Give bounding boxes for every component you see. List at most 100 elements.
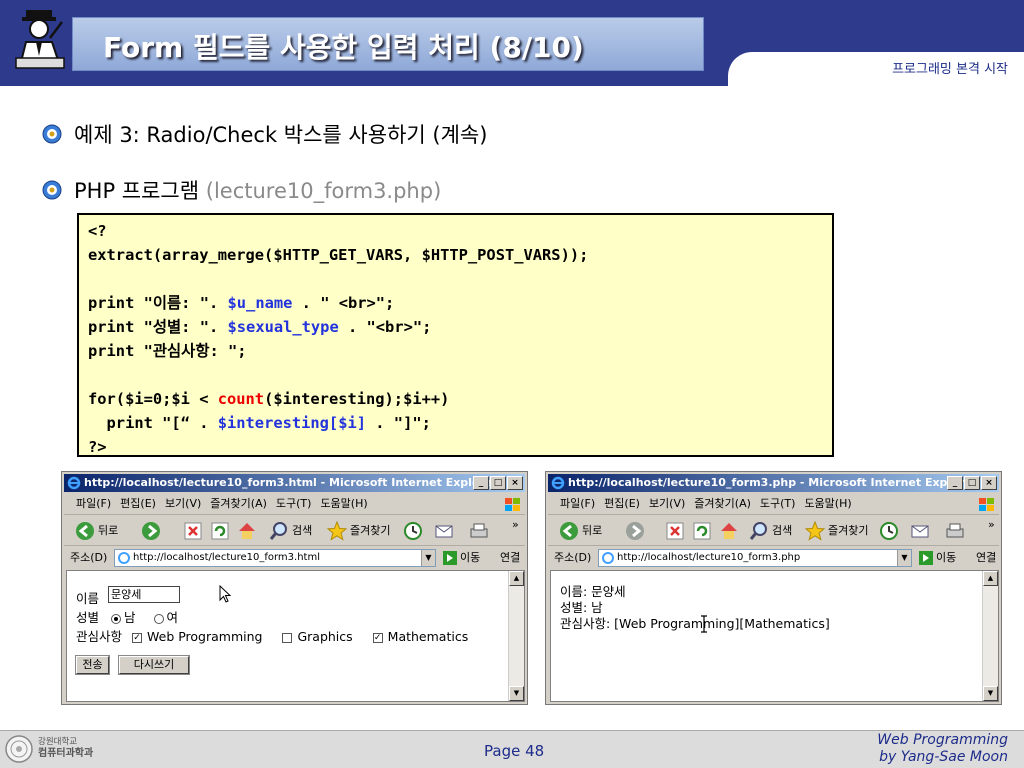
- code-line: ?>: [88, 438, 107, 456]
- browser-window-form: http://localhost/lecture10_form3.html - …: [61, 471, 528, 705]
- search-icon[interactable]: [268, 520, 290, 542]
- bullet-icon: [42, 180, 62, 200]
- address-url: http://localhost/lecture10_form3.php: [617, 552, 801, 563]
- scroll-down-icon[interactable]: ▼: [509, 686, 524, 701]
- scroll-up-icon[interactable]: ▲: [983, 571, 998, 586]
- menu-tools[interactable]: 도구(T): [276, 497, 312, 510]
- menu-favorites[interactable]: 즐겨찾기(A): [210, 497, 267, 510]
- maximize-button[interactable]: □: [490, 476, 506, 490]
- code-variable: $interesting[$i]: [217, 414, 366, 432]
- browser-window-result: http://localhost/lecture10_form3.php - M…: [545, 471, 1002, 705]
- checkbox-web-programming[interactable]: ✓: [132, 632, 142, 643]
- address-label: 주소(D): [554, 551, 592, 564]
- refresh-icon[interactable]: [209, 520, 231, 542]
- bullet-item-2-filename: (lecture10_form3.php): [205, 179, 442, 203]
- page-icon: [118, 552, 130, 564]
- forward-arrow-icon[interactable]: [140, 520, 162, 542]
- checkbox-graphics[interactable]: [282, 632, 293, 643]
- maximize-button[interactable]: □: [964, 476, 980, 490]
- university-seal-icon: [5, 735, 33, 763]
- go-arrow-icon: [443, 551, 457, 565]
- back-arrow-icon[interactable]: [558, 520, 580, 542]
- mouse-cursor-icon: [219, 585, 231, 603]
- checkbox-mathematics[interactable]: ✓: [372, 632, 383, 643]
- browser-title: http://localhost/lecture10_form3.html - …: [84, 476, 498, 489]
- code-text: print "[“ .: [88, 414, 218, 432]
- title-box: Form 필드를 사용한 입력 처리 (8/10): [72, 17, 704, 71]
- vertical-scrollbar[interactable]: ▲ ▼: [982, 571, 998, 701]
- home-icon[interactable]: [236, 520, 258, 542]
- stop-icon[interactable]: [182, 520, 204, 542]
- search-icon[interactable]: [748, 520, 770, 542]
- page-number: Page 48: [484, 742, 545, 760]
- address-input[interactable]: http://localhost/lecture10_form3.html ▼: [114, 549, 436, 567]
- radio-male[interactable]: [111, 613, 121, 624]
- more-chevron-icon[interactable]: »: [512, 510, 519, 540]
- back-label[interactable]: 뒤로: [582, 516, 602, 546]
- mail-icon[interactable]: [910, 520, 932, 542]
- go-arrow-icon: [919, 551, 933, 565]
- browser-titlebar[interactable]: http://localhost/lecture10_form3.html - …: [64, 474, 525, 492]
- result-interests: 관심사항: [Web Programming][Mathematics]: [560, 616, 830, 631]
- more-chevron-icon[interactable]: »: [988, 510, 995, 540]
- stop-icon[interactable]: [664, 520, 686, 542]
- submit-button[interactable]: 전송: [75, 655, 110, 675]
- bullet-item-2: PHP 프로그램 (lecture10_form3.php): [74, 175, 441, 205]
- radio-female[interactable]: [153, 613, 164, 624]
- menu-view[interactable]: 보기(V): [165, 497, 201, 510]
- menu-view[interactable]: 보기(V): [649, 497, 685, 510]
- links-label[interactable]: 연결: [976, 549, 996, 567]
- menu-tools[interactable]: 도구(T): [760, 497, 796, 510]
- go-button[interactable]: 이동: [442, 549, 480, 567]
- go-button[interactable]: 이동: [918, 549, 956, 567]
- scroll-down-icon[interactable]: ▼: [983, 686, 998, 701]
- print-icon[interactable]: [468, 520, 490, 542]
- menu-file[interactable]: 파일(F): [76, 497, 111, 510]
- back-label[interactable]: 뒤로: [98, 516, 118, 546]
- code-line: print "[“ . $interesting[$i] . "]";: [88, 411, 832, 435]
- refresh-icon[interactable]: [691, 520, 713, 542]
- favorites-star-icon[interactable]: [326, 520, 348, 542]
- favorites-label[interactable]: 즐겨찾기: [350, 516, 390, 546]
- home-icon[interactable]: [718, 520, 740, 542]
- bullet-item-1: 예제 3: Radio/Check 박스를 사용하기 (계속): [74, 119, 487, 149]
- back-arrow-icon[interactable]: [74, 520, 96, 542]
- history-icon[interactable]: [402, 520, 424, 542]
- menu-help[interactable]: 도움말(H): [320, 497, 367, 510]
- search-label[interactable]: 검색: [292, 516, 312, 546]
- links-label[interactable]: 연결: [500, 549, 520, 567]
- close-button[interactable]: ×: [981, 476, 997, 490]
- history-icon[interactable]: [878, 520, 900, 542]
- menu-edit[interactable]: 편집(E): [604, 497, 640, 510]
- scroll-up-icon[interactable]: ▲: [509, 571, 524, 586]
- address-input[interactable]: http://localhost/lecture10_form3.php ▼: [598, 549, 912, 567]
- code-text: for($i=0;$i <: [88, 390, 218, 408]
- address-dropdown-icon[interactable]: ▼: [421, 550, 435, 566]
- favorites-label[interactable]: 즐겨찾기: [828, 516, 868, 546]
- mail-icon[interactable]: [434, 520, 456, 542]
- minimize-button[interactable]: _: [473, 476, 489, 490]
- menu-file[interactable]: 파일(F): [560, 497, 595, 510]
- bullet-icon: [42, 124, 62, 144]
- print-icon[interactable]: [944, 520, 966, 542]
- browser-titlebar[interactable]: http://localhost/lecture10_form3.php - M…: [548, 474, 999, 492]
- window-controls: _ □ ×: [946, 476, 997, 492]
- favorites-star-icon[interactable]: [804, 520, 826, 542]
- name-input[interactable]: 문양세: [108, 586, 180, 603]
- minimize-button[interactable]: _: [947, 476, 963, 490]
- forward-arrow-icon[interactable]: [624, 520, 646, 542]
- menu-edit[interactable]: 편집(E): [120, 497, 156, 510]
- code-line: print "성별: ". $sexual_type . "<br>";: [88, 315, 832, 339]
- professor-logo-icon: [15, 10, 65, 69]
- address-dropdown-icon[interactable]: ▼: [897, 550, 911, 566]
- reset-button[interactable]: 다시쓰기: [118, 655, 190, 675]
- vertical-scrollbar[interactable]: ▲ ▼: [508, 571, 524, 701]
- slide: Form 필드를 사용한 입력 처리 (8/10) 프로그래밍 본격 시작 예제…: [0, 0, 1024, 768]
- menu-favorites[interactable]: 즐겨찾기(A): [694, 497, 751, 510]
- code-line: print "이름: ". $u_name . " <br>";: [88, 291, 832, 315]
- university-line-2: 컴퓨터과학과: [38, 748, 94, 759]
- close-button[interactable]: ×: [507, 476, 523, 490]
- search-label[interactable]: 검색: [772, 516, 792, 546]
- menu-help[interactable]: 도움말(H): [804, 497, 851, 510]
- address-bar: 주소(D) http://localhost/lecture10_form3.h…: [64, 547, 525, 569]
